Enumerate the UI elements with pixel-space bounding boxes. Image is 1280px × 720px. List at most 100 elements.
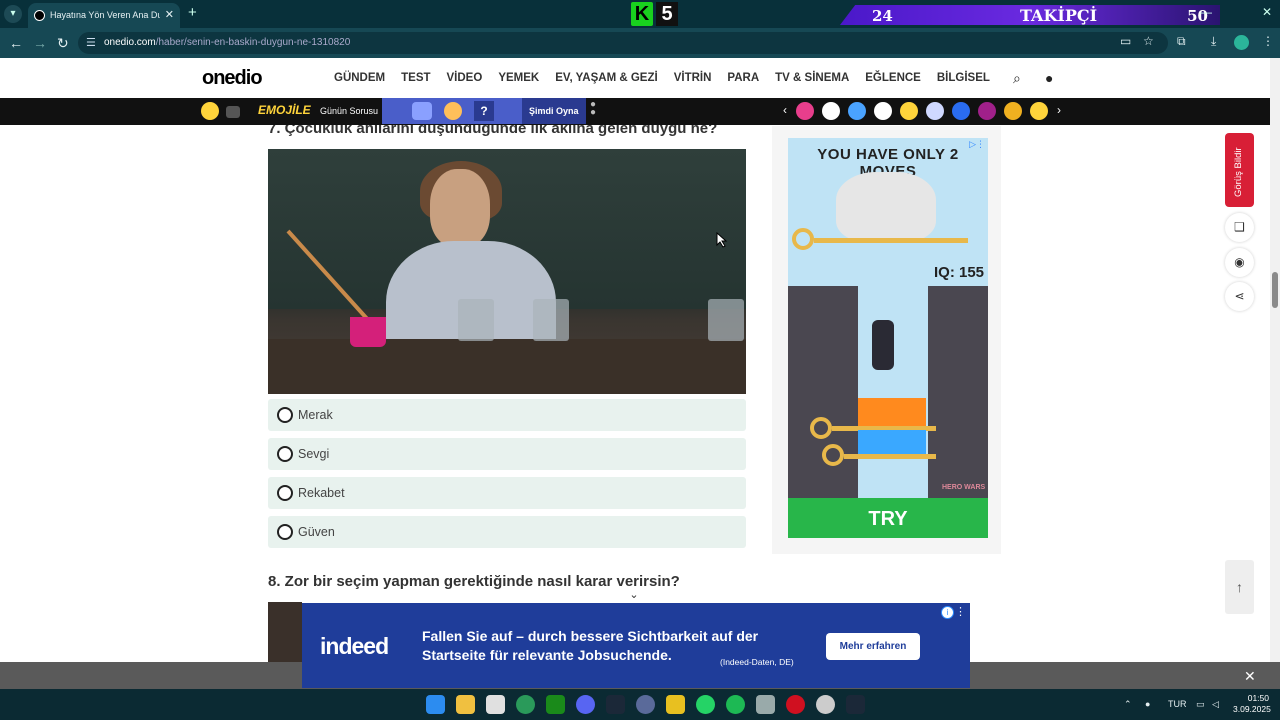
chrome-icon[interactable] xyxy=(516,695,535,714)
ad-info-icon[interactable]: i xyxy=(941,606,954,619)
hero-wars-ad[interactable]: YOU HAVE ONLY 2 MOVES ▷⋮ IQ: 155 TRY HER… xyxy=(788,138,988,538)
ad-collapse-chevron-icon[interactable]: ⌄ xyxy=(614,587,654,604)
play-now-button[interactable]: Şimdi Oyna xyxy=(522,98,586,124)
steam-icon[interactable] xyxy=(606,695,625,714)
partner-logo-icon[interactable] xyxy=(874,102,892,120)
reload-icon[interactable]: ↻ xyxy=(57,35,69,52)
close-window-icon[interactable]: ✕ xyxy=(1262,5,1272,19)
volume-icon[interactable]: ◁ xyxy=(1212,699,1219,710)
minimize-icon[interactable]: — xyxy=(1200,5,1212,19)
bookmark-star-icon[interactable]: ☆ xyxy=(1143,34,1154,48)
browser-menu-icon[interactable]: ⋮ xyxy=(1262,34,1274,48)
strip-next-icon[interactable]: › xyxy=(1057,103,1061,117)
scroll-to-top-button[interactable]: ↑ xyxy=(1225,560,1254,614)
opera-icon[interactable] xyxy=(786,695,805,714)
partner-logo-icon[interactable] xyxy=(926,102,944,120)
ad-iq-label: IQ: 155 xyxy=(934,264,985,281)
download-icon[interactable]: ⤓ xyxy=(1211,34,1216,49)
partner-logo-icon[interactable] xyxy=(1030,102,1048,120)
nav-vitrin[interactable]: VİTRİN xyxy=(674,72,712,84)
radio-icon[interactable] xyxy=(277,407,293,423)
ad-menu-icon[interactable]: ⋮ xyxy=(955,605,966,618)
nav-gundem[interactable]: GÜNDEM xyxy=(334,72,385,84)
spotify-icon[interactable] xyxy=(726,695,745,714)
radio-icon[interactable] xyxy=(277,446,293,462)
extensions-icon[interactable]: ⧉ xyxy=(1177,34,1186,49)
site-header: onedio GÜNDEM TEST VİDEO YEMEK EV, YAŞAM… xyxy=(0,58,1270,98)
steam-icon[interactable] xyxy=(846,695,865,714)
bookmark-icon[interactable]: ❑ xyxy=(1225,213,1254,242)
new-tab-button[interactable]: + xyxy=(188,4,197,21)
nav-bilgisel[interactable]: BİLGİSEL xyxy=(937,72,990,84)
partner-logo-icon[interactable] xyxy=(900,102,918,120)
puzzle-icon[interactable] xyxy=(226,106,240,118)
mouse-cursor-icon xyxy=(716,232,728,248)
partner-logo-icon[interactable] xyxy=(848,102,866,120)
user-icon[interactable]: ● xyxy=(1045,70,1053,86)
option-rekabet[interactable]: Rekabet xyxy=(268,477,746,509)
tab-close-icon[interactable]: ✕ xyxy=(165,8,174,21)
sticky-ad-close-icon[interactable]: ✕ xyxy=(1244,668,1256,685)
file-explorer-icon[interactable] xyxy=(456,695,475,714)
language-indicator[interactable]: TUR xyxy=(1168,699,1187,709)
url-input[interactable]: ☰ onedio.com/haber/senin-en-baskin-duygu… xyxy=(78,32,1168,54)
whatsapp-icon[interactable] xyxy=(696,695,715,714)
indeed-ad[interactable]: indeed Fallen Sie auf – durch bessere Si… xyxy=(302,603,970,688)
taskbar-clock[interactable]: 01:50 3.09.2025 xyxy=(1233,693,1271,715)
strip-prev-icon[interactable]: ‹ xyxy=(783,103,787,117)
clock-date: 3.09.2025 xyxy=(1233,704,1271,714)
partner-logo-icon[interactable] xyxy=(952,102,970,120)
emoji-puzzle-preview[interactable]: ? xyxy=(382,98,522,124)
option-sevgi[interactable]: Sevgi xyxy=(268,438,746,470)
share-icon[interactable]: ⋖ xyxy=(1225,282,1254,311)
partner-logo-icon[interactable] xyxy=(978,102,996,120)
mic-icon[interactable]: ● xyxy=(1145,699,1150,709)
partner-logo-icon[interactable] xyxy=(796,102,814,120)
profile-avatar[interactable] xyxy=(1234,35,1249,50)
comments-icon[interactable]: ◉ xyxy=(1225,248,1254,277)
partner-logo-icon[interactable] xyxy=(822,102,840,120)
onedio-logo[interactable]: onedio xyxy=(202,67,263,90)
nav-video[interactable]: VİDEO xyxy=(447,72,483,84)
install-app-icon[interactable]: ▭ xyxy=(1120,34,1131,48)
nav-yemek[interactable]: YEMEK xyxy=(498,72,539,84)
back-icon[interactable]: ← xyxy=(9,35,23,51)
discord-icon[interactable] xyxy=(576,695,595,714)
ad-try-button[interactable]: TRY xyxy=(788,508,988,531)
option-label: Sevgi xyxy=(298,447,330,461)
option-merak[interactable]: Merak xyxy=(268,399,746,431)
ad-choices-icon[interactable]: ▷⋮ xyxy=(969,139,985,150)
page-scrollbar[interactable] xyxy=(1270,58,1280,662)
onedio-favicon-icon xyxy=(34,10,45,21)
nav-ev-yasam-gezi[interactable]: EV, YAŞAM & GEZİ xyxy=(555,72,657,84)
emojile-logo[interactable]: EMOJİLE xyxy=(258,103,311,117)
radio-icon[interactable] xyxy=(277,485,293,501)
xbox-icon[interactable] xyxy=(546,695,565,714)
partner-logo-icon[interactable] xyxy=(1004,102,1022,120)
more-dots-icon[interactable]: ● ● xyxy=(590,100,596,118)
radio-icon[interactable] xyxy=(277,524,293,540)
app-icon[interactable] xyxy=(636,695,655,714)
tray-chevron-icon[interactable]: ⌃ xyxy=(1124,699,1132,710)
browser-tab-active[interactable]: Hayatına Yön Veren Ana Duygun ✕ xyxy=(28,3,180,28)
nav-test[interactable]: TEST xyxy=(401,72,430,84)
nav-para[interactable]: PARA xyxy=(727,72,759,84)
games-icon[interactable] xyxy=(201,102,219,120)
search-icon[interactable]: ⌕ xyxy=(1013,70,1021,87)
app-icon[interactable] xyxy=(666,695,685,714)
feedback-button[interactable]: Görüş Bildir xyxy=(1225,133,1254,207)
nav-eglence[interactable]: EĞLENCE xyxy=(865,72,921,84)
tab-search-icon[interactable]: ▾ xyxy=(4,5,22,23)
store-icon[interactable] xyxy=(486,695,505,714)
app-icon[interactable] xyxy=(816,695,835,714)
network-icon[interactable]: ▭ xyxy=(1196,699,1205,710)
indeed-cta-button[interactable]: Mehr erfahren xyxy=(826,633,920,660)
nav-tv-sinema[interactable]: TV & SİNEMA xyxy=(775,72,849,84)
browser-tab-bar: ▾ Hayatına Yön Veren Ana Duygun ✕ + K 5 … xyxy=(0,0,1280,28)
start-icon[interactable] xyxy=(426,695,445,714)
app-icon[interactable] xyxy=(756,695,775,714)
forward-icon[interactable]: → xyxy=(33,35,47,51)
option-guven[interactable]: Güven xyxy=(268,516,746,548)
scrollbar-thumb[interactable] xyxy=(1272,272,1278,308)
site-info-icon[interactable]: ☰ xyxy=(86,36,96,49)
